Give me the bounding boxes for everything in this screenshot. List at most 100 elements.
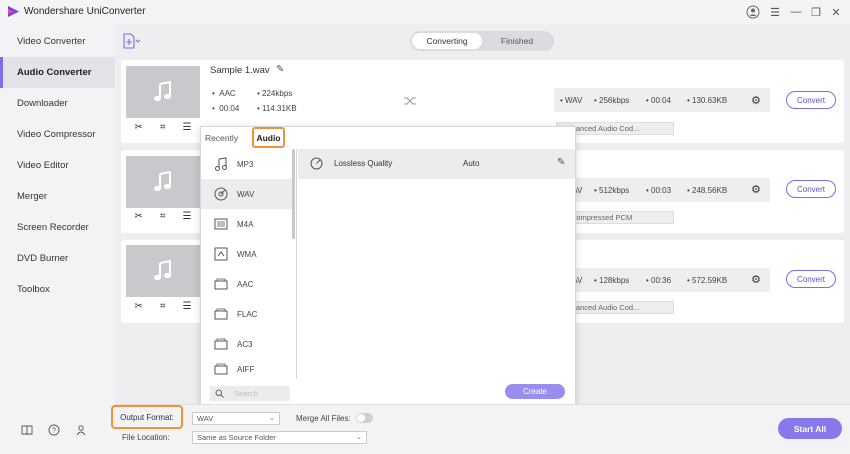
help-icon[interactable]: ? — [48, 424, 60, 436]
sidebar-item-label: Screen Recorder — [17, 222, 89, 233]
edit-name-icon[interactable]: ✎ — [276, 64, 284, 75]
aiff-icon — [214, 363, 228, 375]
toggle-knob — [357, 414, 365, 422]
output-duration-value: 00:03 — [651, 186, 672, 195]
format-item-m4a[interactable]: M4A — [201, 209, 292, 239]
music-note-icon — [154, 171, 171, 192]
format-item-ac3[interactable]: AC3 — [201, 329, 292, 359]
sidebar-item-dvd-burner[interactable]: DVD Burner — [0, 243, 115, 274]
sidebar-item-video-editor[interactable]: Video Editor — [0, 150, 115, 181]
start-all-button[interactable]: Start All — [778, 418, 842, 439]
minimize-icon[interactable]: — — [788, 4, 804, 20]
wma-icon — [214, 247, 228, 261]
thumbnail — [126, 66, 200, 118]
quality-value: Auto — [463, 159, 480, 168]
source-duration-value: 00:04 — [219, 104, 240, 113]
convert-button[interactable]: Convert — [786, 270, 836, 288]
edit-quality-icon[interactable]: ✎ — [557, 157, 565, 168]
account-icon[interactable] — [745, 4, 761, 20]
book-icon[interactable] — [21, 424, 33, 436]
format-item-wav[interactable]: WAV — [201, 179, 292, 209]
format-search[interactable]: Search — [210, 386, 290, 401]
sidebar: Video Converter Audio Converter Download… — [0, 24, 115, 454]
format-item-aac[interactable]: AAC — [201, 269, 292, 299]
tab-recently[interactable]: Recently — [205, 127, 238, 148]
output-format-label: Output Format: — [111, 405, 183, 429]
output-size: • 130.63KB — [687, 96, 728, 105]
tab-converting[interactable]: Converting — [412, 33, 482, 49]
chevron-down-icon: ⌄ — [356, 434, 362, 441]
output-info: • WAV • 256kbps • 00:04 • 130.63KB — [554, 88, 770, 112]
output-format-select-value: WAV — [197, 414, 214, 423]
m4a-icon — [214, 218, 228, 230]
app-logo-icon — [8, 6, 19, 17]
close-icon[interactable]: ✕ — [828, 4, 844, 20]
maximize-icon[interactable]: ❐ — [808, 4, 824, 20]
convert-button[interactable]: Convert — [786, 91, 836, 109]
crop-icon[interactable]: ⌗ — [160, 301, 166, 312]
sidebar-item-downloader[interactable]: Downloader — [0, 88, 115, 119]
format-label: WAV — [237, 189, 255, 199]
convert-button[interactable]: Convert — [786, 180, 836, 198]
settings-gear-icon[interactable]: ⚙ — [751, 273, 761, 286]
shuffle-icon — [404, 97, 416, 105]
thumbnail — [126, 156, 200, 208]
cut-icon[interactable]: ✂ — [135, 211, 143, 222]
menu-icon[interactable]: ☰ — [767, 4, 783, 20]
search-icon — [215, 389, 224, 398]
sidebar-item-label: Toolbox — [17, 284, 50, 295]
format-item-wma[interactable]: WMA — [201, 239, 292, 269]
flac-icon — [214, 308, 228, 320]
thumbnail-tools: ✂ ⌗ ☰ — [126, 207, 200, 225]
add-file-icon[interactable] — [122, 33, 142, 49]
chevron-down-icon: ⌄ — [269, 415, 275, 422]
merge-toggle[interactable] — [356, 413, 373, 423]
output-duration: • 00:03 — [646, 186, 672, 195]
format-label: WMA — [237, 249, 257, 259]
sidebar-item-label: Video Compressor — [17, 129, 96, 140]
quality-disc-icon — [310, 157, 323, 170]
list-icon[interactable]: ☰ — [183, 301, 192, 312]
sidebar-item-video-compressor[interactable]: Video Compressor — [0, 119, 115, 150]
search-placeholder: Search — [234, 389, 258, 398]
crop-icon[interactable]: ⌗ — [160, 122, 166, 133]
settings-gear-icon[interactable]: ⚙ — [751, 183, 761, 196]
sidebar-item-label: Video Converter — [17, 36, 86, 47]
format-label: AIFF — [237, 364, 255, 374]
output-duration: • 00:04 — [646, 96, 672, 105]
format-item-flac[interactable]: FLAC — [201, 299, 292, 329]
format-item-aiff[interactable]: AIFF — [201, 359, 292, 379]
format-list-scrollbar[interactable] — [292, 149, 295, 239]
format-label: FLAC — [237, 309, 258, 319]
users-icon[interactable] — [75, 424, 87, 436]
tab-finished[interactable]: Finished — [482, 33, 552, 49]
cut-icon[interactable]: ✂ — [135, 301, 143, 312]
music-note-icon — [154, 81, 171, 102]
cut-icon[interactable]: ✂ — [135, 122, 143, 133]
source-size: • 114.31KB — [257, 104, 297, 113]
output-info: • WAV • 512kbps • 00:03 • 248.56KB — [554, 178, 770, 202]
list-icon[interactable]: ☰ — [183, 211, 192, 222]
sidebar-item-screen-recorder[interactable]: Screen Recorder — [0, 212, 115, 243]
sidebar-item-merger[interactable]: Merger — [0, 181, 115, 212]
sidebar-item-video-converter[interactable]: Video Converter — [0, 26, 115, 57]
sidebar-item-audio-converter[interactable]: Audio Converter — [0, 57, 115, 88]
output-format-select[interactable]: WAV ⌄ — [192, 412, 280, 425]
file-location-label: File Location: — [122, 433, 170, 442]
output-size-value: 130.63KB — [692, 96, 728, 105]
create-button[interactable]: Create — [505, 384, 565, 399]
crop-icon[interactable]: ⌗ — [160, 211, 166, 222]
settings-gear-icon[interactable]: ⚙ — [751, 94, 761, 107]
tab-audio[interactable]: Audio — [252, 127, 285, 148]
source-bitrate-value: 224kbps — [262, 89, 293, 98]
output-size-value: 572.59KB — [692, 276, 728, 285]
sidebar-item-toolbox[interactable]: Toolbox — [0, 274, 115, 305]
format-item-mp3[interactable]: MP3 — [201, 149, 292, 179]
list-icon[interactable]: ☰ — [183, 122, 192, 133]
output-format: • WAV — [560, 96, 583, 105]
panel-divider — [296, 149, 297, 379]
file-location-select[interactable]: Same as Source Folder ⌄ — [192, 431, 367, 444]
output-bitrate-value: 256kbps — [599, 96, 630, 105]
output-size: • 572.59KB — [687, 276, 728, 285]
quality-row[interactable]: Lossless Quality Auto ✎ — [298, 149, 575, 179]
